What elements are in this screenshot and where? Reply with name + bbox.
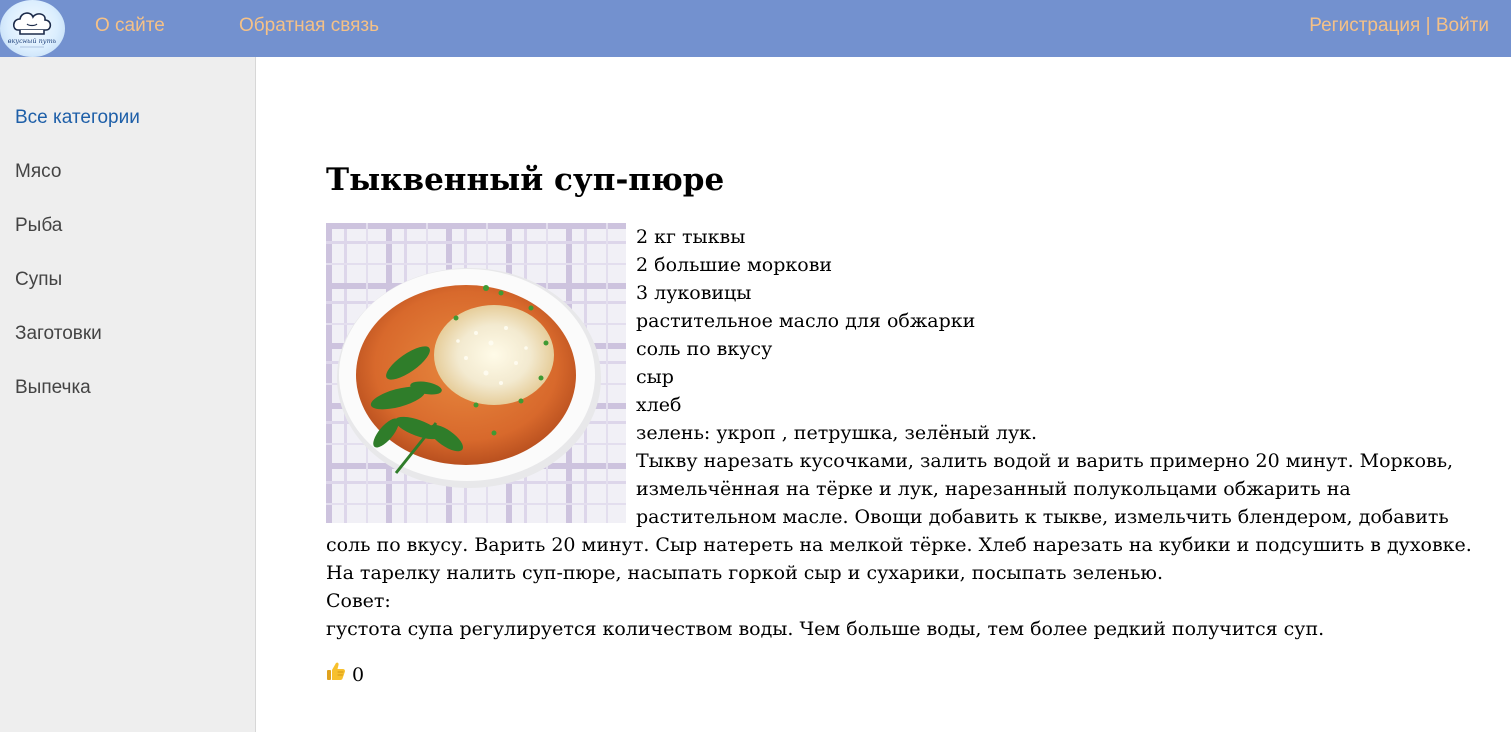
recipe-body: 2 кг тыквы 2 большие моркови 3 луковицы … bbox=[326, 223, 1476, 643]
recipe-content: Тыквенный суп-пюре 2 кг тыквы 2 большие … bbox=[326, 150, 1476, 688]
category-baking[interactable]: Выпечка bbox=[15, 377, 91, 399]
serving-instructions: На тарелку налить суп-пюре, насыпать гор… bbox=[326, 562, 1164, 584]
like-count: 0 bbox=[352, 663, 365, 686]
category-fish[interactable]: Рыба bbox=[15, 215, 62, 237]
register-link[interactable]: Регистрация bbox=[1309, 15, 1420, 36]
recipe-title: Тыквенный суп-пюре bbox=[326, 162, 725, 198]
category-soups[interactable]: Супы bbox=[15, 269, 62, 291]
site-logo[interactable]: вкусный путь bbox=[0, 0, 65, 57]
tip-label: Совет: bbox=[326, 590, 391, 612]
nav-feedback-link[interactable]: Обратная связь bbox=[239, 15, 379, 37]
logo-text: вкусный путь bbox=[8, 37, 57, 45]
category-preserves[interactable]: Заготовки bbox=[15, 323, 102, 345]
category-meat[interactable]: Мясо bbox=[15, 161, 61, 183]
auth-separator: | bbox=[1420, 15, 1436, 36]
login-link[interactable]: Войти bbox=[1436, 15, 1489, 36]
tip-text: густота супа регулируется количеством во… bbox=[326, 618, 1325, 640]
category-all[interactable]: Все категории bbox=[15, 107, 140, 129]
category-sidebar: Все категории Мясо Рыба Супы Заготовки В… bbox=[0, 57, 256, 732]
chef-hat-icon: вкусный путь bbox=[8, 12, 57, 48]
recipe-photo bbox=[326, 223, 626, 523]
like-counter: 0 bbox=[326, 661, 1476, 688]
header-bar: вкусный путь О сайте Обратная связь Реги… bbox=[0, 0, 1511, 57]
auth-links: Регистрация | Войти bbox=[1309, 15, 1489, 37]
nav-about-link[interactable]: О сайте bbox=[95, 15, 165, 37]
thumbs-up-icon[interactable] bbox=[326, 661, 346, 688]
